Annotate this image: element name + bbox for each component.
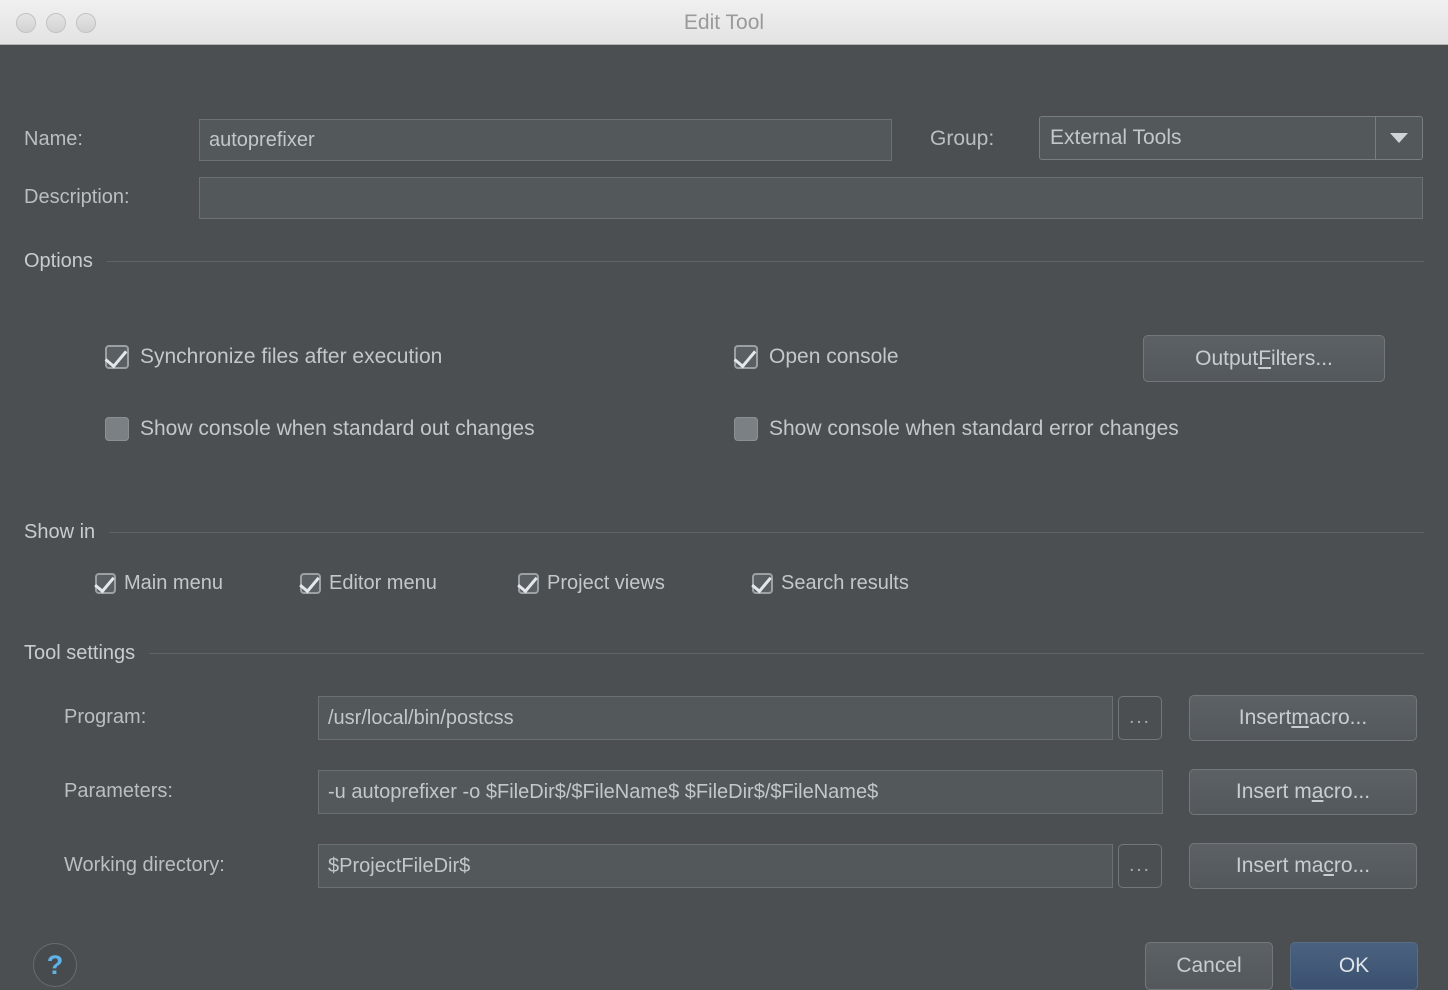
checkbox-icon bbox=[734, 417, 758, 441]
group-label: Group: bbox=[930, 127, 994, 151]
ok-button[interactable]: OK bbox=[1290, 942, 1418, 990]
output-filters-post: ilters... bbox=[1271, 347, 1333, 371]
working-directory-browse-button[interactable]: ... bbox=[1118, 844, 1162, 888]
checkbox-editor-menu[interactable]: Editor menu bbox=[300, 572, 437, 595]
checkbox-icon bbox=[105, 345, 129, 369]
checkbox-icon bbox=[752, 573, 773, 594]
checkbox-label: Project views bbox=[547, 572, 665, 595]
show-in-section-header: Show in bbox=[24, 521, 1424, 544]
name-label: Name: bbox=[24, 128, 83, 151]
name-input[interactable]: autoprefixer bbox=[199, 119, 892, 161]
window-title-bar: Edit Tool bbox=[0, 0, 1448, 45]
window-title: Edit Tool bbox=[0, 0, 1448, 45]
checkbox-icon bbox=[518, 573, 539, 594]
chevron-down-icon bbox=[1375, 117, 1422, 159]
group-dropdown-value: External Tools bbox=[1040, 117, 1375, 159]
group-dropdown[interactable]: External Tools bbox=[1039, 116, 1423, 160]
checkbox-open-console[interactable]: Open console bbox=[734, 345, 899, 369]
checkbox-label: Search results bbox=[781, 572, 909, 595]
checkbox-icon bbox=[105, 417, 129, 441]
cancel-button[interactable]: Cancel bbox=[1145, 942, 1273, 990]
insert-macro-mnemonic: a bbox=[1312, 780, 1324, 804]
checkbox-icon bbox=[95, 573, 116, 594]
checkbox-main-menu[interactable]: Main menu bbox=[95, 572, 223, 595]
description-label: Description: bbox=[24, 186, 130, 209]
checkbox-show-console-stderr[interactable]: Show console when standard error changes bbox=[734, 417, 1179, 441]
insert-macro-post: ro... bbox=[1334, 854, 1370, 878]
program-input[interactable]: /usr/local/bin/postcss bbox=[318, 696, 1113, 740]
tool-settings-section-title: Tool settings bbox=[24, 642, 149, 665]
checkbox-label: Open console bbox=[769, 345, 899, 369]
section-divider bbox=[149, 653, 1424, 654]
output-filters-pre: Output bbox=[1195, 347, 1258, 371]
section-divider bbox=[109, 532, 1424, 533]
section-divider bbox=[107, 261, 1424, 262]
insert-macro-mnemonic: c bbox=[1323, 854, 1334, 878]
working-directory-input[interactable]: $ProjectFileDir$ bbox=[318, 844, 1113, 888]
checkbox-label: Synchronize files after execution bbox=[140, 345, 442, 369]
working-directory-label: Working directory: bbox=[64, 854, 225, 877]
checkbox-label: Editor menu bbox=[329, 572, 437, 595]
checkbox-label: Show console when standard error changes bbox=[769, 417, 1179, 441]
edit-tool-dialog: Name: autoprefixer Group: External Tools… bbox=[0, 45, 1448, 968]
checkbox-search-results[interactable]: Search results bbox=[752, 572, 909, 595]
checkbox-label: Main menu bbox=[124, 572, 223, 595]
description-input[interactable] bbox=[199, 177, 1423, 219]
checkbox-label: Show console when standard out changes bbox=[140, 417, 535, 441]
help-icon[interactable]: ? bbox=[33, 943, 77, 987]
options-section-title: Options bbox=[24, 250, 107, 273]
output-filters-mnemonic: F bbox=[1258, 347, 1271, 371]
show-in-section-title: Show in bbox=[24, 521, 109, 544]
program-browse-button[interactable]: ... bbox=[1118, 696, 1162, 740]
insert-macro-post: cro... bbox=[1323, 780, 1370, 804]
parameters-input[interactable]: -u autoprefixer -o $FileDir$/$FileName$ … bbox=[318, 770, 1163, 814]
checkbox-synchronize-files[interactable]: Synchronize files after execution bbox=[105, 345, 442, 369]
insert-macro-post: acro... bbox=[1309, 706, 1367, 730]
insert-macro-pre: Insert m bbox=[1236, 780, 1312, 804]
program-insert-macro-button[interactable]: Insert macro... bbox=[1189, 695, 1417, 741]
checkbox-icon bbox=[300, 573, 321, 594]
checkbox-icon bbox=[734, 345, 758, 369]
checkbox-show-console-stdout[interactable]: Show console when standard out changes bbox=[105, 417, 535, 441]
parameters-insert-macro-button[interactable]: Insert macro... bbox=[1189, 769, 1417, 815]
program-label: Program: bbox=[64, 706, 146, 729]
working-directory-insert-macro-button[interactable]: Insert macro... bbox=[1189, 843, 1417, 889]
options-section-header: Options bbox=[24, 250, 1424, 273]
checkbox-project-views[interactable]: Project views bbox=[518, 572, 665, 595]
tool-settings-section-header: Tool settings bbox=[24, 642, 1424, 665]
parameters-label: Parameters: bbox=[64, 780, 173, 803]
insert-macro-mnemonic: m bbox=[1291, 706, 1309, 730]
output-filters-button[interactable]: Output Filters... bbox=[1143, 335, 1385, 382]
insert-macro-pre: Insert ma bbox=[1236, 854, 1324, 878]
insert-macro-pre: Insert bbox=[1239, 706, 1292, 730]
